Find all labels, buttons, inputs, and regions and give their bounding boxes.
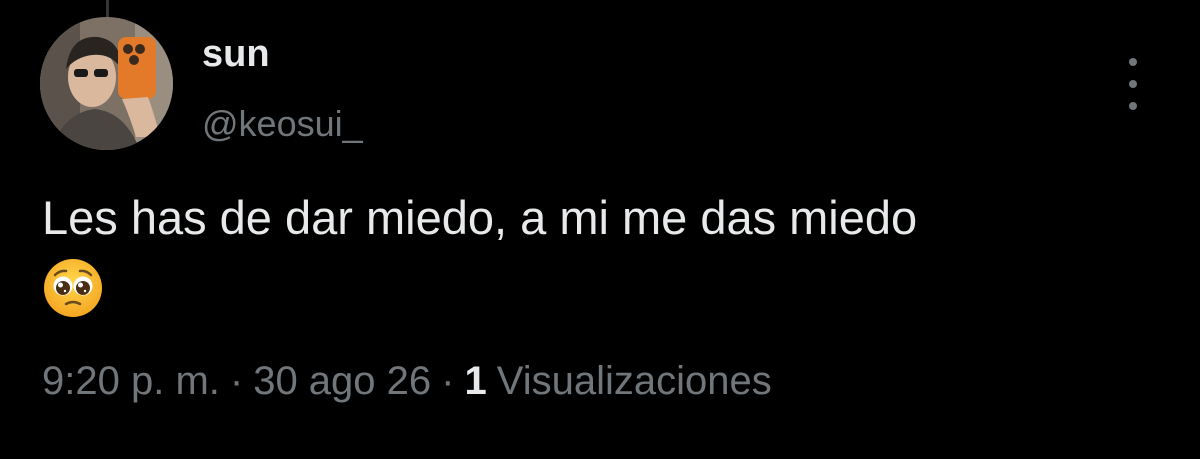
tweet-date[interactable]: 30 ago 26 — [253, 359, 431, 403]
meta-separator: · — [229, 359, 244, 403]
thread-connector-line — [106, 0, 109, 18]
tweet-text: Les has de dar miedo, a mi me das miedo — [42, 191, 918, 244]
pleading-face-emoji-icon — [44, 259, 102, 317]
views-count: 1 — [464, 359, 487, 403]
tweet-meta: 9:20 p. m. · 30 ago 26 · 1 Visualizaciones — [42, 357, 772, 405]
author-display-name[interactable]: sun — [202, 32, 270, 78]
tweet-time[interactable]: 9:20 p. m. — [42, 359, 220, 403]
more-options-icon[interactable] — [1118, 58, 1148, 110]
views-label[interactable]: Visualizaciones — [497, 359, 772, 403]
profile-photo-icon — [40, 17, 173, 150]
more-dot — [1129, 58, 1137, 66]
more-dot — [1129, 102, 1137, 110]
avatar[interactable] — [40, 17, 173, 150]
author-handle[interactable]: @keosui_ — [202, 102, 363, 145]
more-dot — [1129, 80, 1137, 88]
meta-separator: · — [441, 359, 455, 403]
